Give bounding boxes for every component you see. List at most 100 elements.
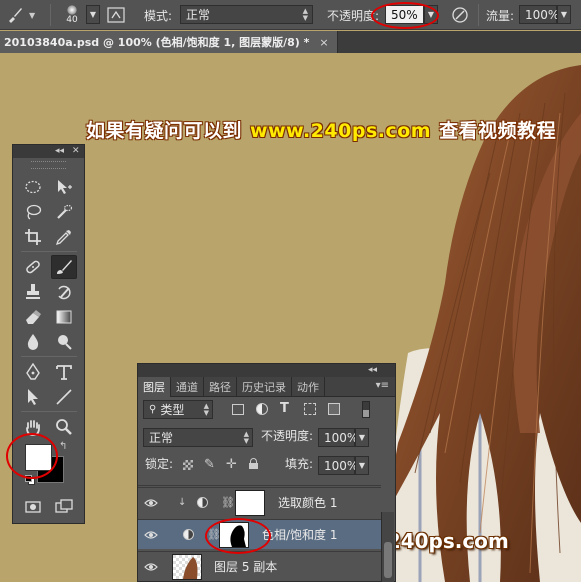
- layer-row-selective-color[interactable]: ↓ ⛓ 选取颜色 1: [138, 487, 381, 517]
- eyedropper-icon[interactable]: [51, 225, 77, 249]
- annotation-circle-colors: [6, 433, 58, 479]
- filter-pixel-icon[interactable]: [232, 404, 244, 415]
- filter-adjustment-icon[interactable]: [256, 403, 268, 415]
- brush-tool-preset-icon[interactable]: [6, 0, 28, 30]
- layers-panel-header[interactable]: ◂◂: [138, 364, 395, 377]
- mode-value: 正常: [186, 8, 211, 22]
- layers-panel: ◂◂ 图层 通道 路径 历史记录 动作 ▾≡ ⚲ 类型 ▲ ▼ T 正常 ▲ ▼ 不…: [137, 363, 396, 582]
- annotation-circle-opacity: [371, 2, 439, 29]
- eye-icon[interactable]: [144, 560, 158, 574]
- layer-name: 色相/饱和度 1: [262, 528, 338, 542]
- flow-dropdown-icon[interactable]: ▼: [557, 5, 571, 24]
- stamp-icon[interactable]: [20, 280, 46, 304]
- brush-size-picker[interactable]: 40: [60, 0, 84, 30]
- panel-menu-icon[interactable]: ▾≡: [376, 380, 389, 391]
- filter-type-icon[interactable]: T: [280, 401, 289, 416]
- select-arrows-icon: ▲ ▼: [302, 6, 308, 22]
- layer-opacity-label: 不透明度:: [261, 428, 314, 443]
- blend-mode-select[interactable]: 正常 ▲ ▼: [143, 428, 253, 447]
- document-tab-bar: 20103840a.psd @ 100% (色相/饱和度 1, 图层蒙版/8) …: [0, 31, 581, 53]
- path-select-icon[interactable]: [20, 385, 46, 409]
- banner-url: www.240ps.com: [250, 120, 432, 142]
- flow-label: 流量:: [486, 8, 515, 23]
- fill-input[interactable]: 100%: [318, 456, 358, 475]
- tutorial-banner: 如果有疑问可以到 www.240ps.com 查看视频教程: [86, 116, 556, 143]
- crop-icon[interactable]: [20, 225, 46, 249]
- history-brush-icon[interactable]: [51, 280, 77, 304]
- document-title: 20103840a.psd @ 100% (色相/饱和度 1, 图层蒙版/8) …: [4, 36, 310, 49]
- eye-icon[interactable]: [144, 528, 158, 542]
- blur-icon[interactable]: [20, 330, 46, 354]
- quick-mask-icon[interactable]: [20, 495, 46, 519]
- swap-colors-icon[interactable]: ↰: [59, 441, 67, 452]
- layer-row-partial: [138, 481, 381, 486]
- lock-pixels-icon[interactable]: ✎: [204, 457, 215, 472]
- fill-label: 填充:: [285, 456, 314, 471]
- lock-row: 锁定: ✎ ✛ 填充: 100% ▼: [138, 456, 395, 478]
- move-icon[interactable]: [51, 175, 77, 199]
- tab-actions[interactable]: 动作: [292, 377, 325, 397]
- options-bar: ▼ 40 ▼ 模式: 正常 ▲ ▼ 不透明度: 50% ▼ 流量: 100% ▼: [0, 0, 581, 30]
- clip-arrow-icon: ↓: [178, 497, 187, 508]
- brush-panel-toggle-icon[interactable]: [107, 0, 129, 30]
- type-icon[interactable]: [51, 360, 77, 384]
- layer-opacity-dropdown-icon[interactable]: ▼: [355, 428, 369, 447]
- screen-mode-icon[interactable]: [51, 495, 77, 519]
- layer-mask-thumbnail[interactable]: [235, 489, 265, 516]
- line-icon[interactable]: [51, 385, 77, 409]
- lasso-icon[interactable]: [20, 200, 46, 224]
- blend-row: 正常 ▲ ▼ 不透明度: 100% ▼: [138, 428, 395, 450]
- brush-tool-icon[interactable]: [51, 255, 77, 279]
- tab-channels[interactable]: 通道: [171, 377, 204, 397]
- document-tab[interactable]: 20103840a.psd @ 100% (色相/饱和度 1, 图层蒙版/8) …: [0, 31, 338, 53]
- fill-dropdown-icon[interactable]: ▼: [355, 456, 369, 475]
- layer-name: 图层 5 副本: [214, 560, 278, 574]
- layer-filter-value: 类型: [160, 403, 185, 417]
- lock-all-icon[interactable]: [249, 458, 258, 469]
- layer-opacity-input[interactable]: 100%: [318, 428, 358, 447]
- layer-name: 选取颜色 1: [278, 496, 338, 510]
- quick-select-icon[interactable]: [51, 200, 77, 224]
- layer-thumbnail[interactable]: [172, 553, 202, 580]
- pen-icon[interactable]: [20, 360, 46, 384]
- brush-size-value: 40: [66, 15, 78, 25]
- tools-panel-header[interactable]: ◂◂ ✕: [13, 145, 84, 158]
- collapse-panel-icon[interactable]: ◂◂: [55, 145, 64, 157]
- layers-panel-tabs: 图层 通道 路径 历史记录 动作 ▾≡: [138, 377, 395, 397]
- dodge-icon[interactable]: [51, 330, 77, 354]
- filter-toggle[interactable]: [362, 401, 370, 418]
- pressure-opacity-icon[interactable]: [451, 0, 473, 30]
- eraser-icon[interactable]: [20, 305, 46, 329]
- lock-label: 锁定:: [145, 456, 174, 471]
- brush-size-dropdown-icon[interactable]: ▼: [86, 5, 100, 24]
- flow-input[interactable]: 100%: [519, 5, 559, 24]
- healing-icon[interactable]: [20, 255, 46, 279]
- tab-paths[interactable]: 路径: [204, 377, 237, 397]
- mode-label: 模式:: [144, 8, 173, 23]
- adjustment-icon: [183, 529, 194, 540]
- search-icon: ⚲: [149, 404, 157, 415]
- lock-position-icon[interactable]: ✛: [226, 457, 237, 472]
- hair-thumbnail: [183, 556, 198, 579]
- link-icon[interactable]: ⛓: [221, 496, 235, 509]
- eye-icon[interactable]: [144, 496, 158, 510]
- scrollbar-thumb[interactable]: [384, 542, 392, 578]
- select-arrows-icon: ▲ ▼: [203, 401, 209, 417]
- panel-close-icon[interactable]: ✕: [72, 145, 80, 157]
- marquee-icon[interactable]: [20, 175, 46, 199]
- close-tab-icon[interactable]: ×: [319, 36, 328, 49]
- lock-transparency-icon[interactable]: [183, 460, 193, 470]
- tab-history[interactable]: 历史记录: [237, 377, 292, 397]
- zoom-icon[interactable]: [51, 415, 77, 439]
- filter-smart-object-icon[interactable]: [328, 403, 340, 415]
- tab-layers[interactable]: 图层: [138, 377, 171, 397]
- filter-shape-icon[interactable]: [304, 403, 316, 415]
- collapse-panel-icon[interactable]: ◂◂: [368, 364, 377, 376]
- layer-row-layer5-copy[interactable]: 图层 5 副本: [138, 551, 381, 581]
- layer-filter-select[interactable]: ⚲ 类型 ▲ ▼: [143, 400, 213, 419]
- gradient-icon[interactable]: [51, 305, 77, 329]
- layers-scrollbar[interactable]: [381, 512, 394, 582]
- preset-dropdown-icon[interactable]: ▼: [29, 0, 41, 30]
- mode-select[interactable]: 正常 ▲ ▼: [180, 5, 313, 24]
- tools-panel-grip[interactable]: [31, 161, 66, 169]
